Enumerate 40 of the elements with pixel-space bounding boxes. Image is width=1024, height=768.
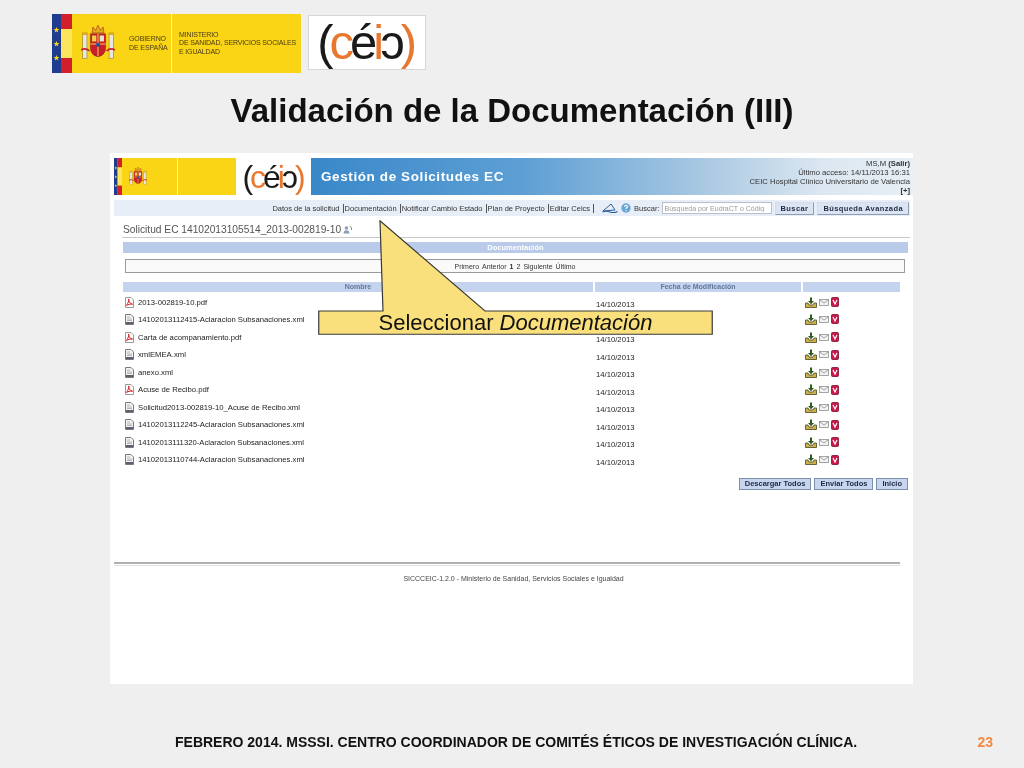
tick-square-icon[interactable] — [831, 437, 839, 447]
document-icon — [125, 313, 134, 325]
document-icon — [125, 419, 134, 430]
tick-square-icon[interactable] — [831, 454, 839, 465]
logo-text: (céiɔ) — [317, 18, 415, 67]
footer-caption: FEBRERO 2014. MSSSI. CENTRO COORDINADOR DE COMITÉS ÉTICOS DE INVESTIGACIÓN CLÍNICA. — [175, 734, 858, 750]
tick-square-icon[interactable] — [831, 349, 839, 360]
document-icon — [125, 401, 134, 413]
tray-arrow-icon[interactable] — [805, 401, 817, 413]
pdf-file-icon — [125, 331, 134, 343]
tick-square-icon[interactable] — [831, 332, 839, 342]
tray-arrow-icon[interactable] — [805, 366, 817, 378]
tray-arrow-icon[interactable] — [805, 454, 817, 465]
tray-arrow-icon[interactable] — [805, 384, 817, 395]
tray-arrow-icon[interactable] — [805, 296, 817, 308]
tray-arrow-icon[interactable] — [805, 436, 817, 448]
tick-square-icon[interactable] — [831, 419, 839, 430]
tick-square-icon[interactable] — [831, 384, 839, 395]
tick-square-icon[interactable] — [831, 314, 839, 325]
tick-square-icon[interactable] — [831, 297, 839, 307]
document-icon — [125, 436, 134, 448]
logo-text: (céiɔ) — [242, 160, 305, 193]
document-icon — [125, 349, 134, 360]
pdf-file-icon — [125, 296, 134, 308]
request-title: Solicitud EC 14102013105514_2013-002819-10 — [123, 224, 342, 235]
callout-text: Seleccionar Documentación — [378, 311, 653, 335]
user-icon[interactable] — [343, 225, 354, 234]
tick-square-icon[interactable] — [831, 402, 839, 412]
document-icon — [125, 366, 134, 378]
tray-arrow-icon[interactable] — [805, 419, 817, 430]
page-number: 23 — [977, 734, 993, 750]
tick-square-icon[interactable] — [831, 367, 839, 377]
document-icon — [125, 454, 134, 465]
tray-arrow-icon[interactable] — [805, 331, 817, 343]
tray-arrow-icon[interactable] — [805, 349, 817, 360]
boat-icon[interactable] — [602, 203, 619, 213]
tray-arrow-icon[interactable] — [805, 313, 817, 325]
slide-title: Validación de la Documentación (III) — [230, 92, 794, 130]
pdf-file-icon — [125, 384, 134, 395]
app-title: Gestión de Solicitudes EC — [320, 169, 505, 184]
